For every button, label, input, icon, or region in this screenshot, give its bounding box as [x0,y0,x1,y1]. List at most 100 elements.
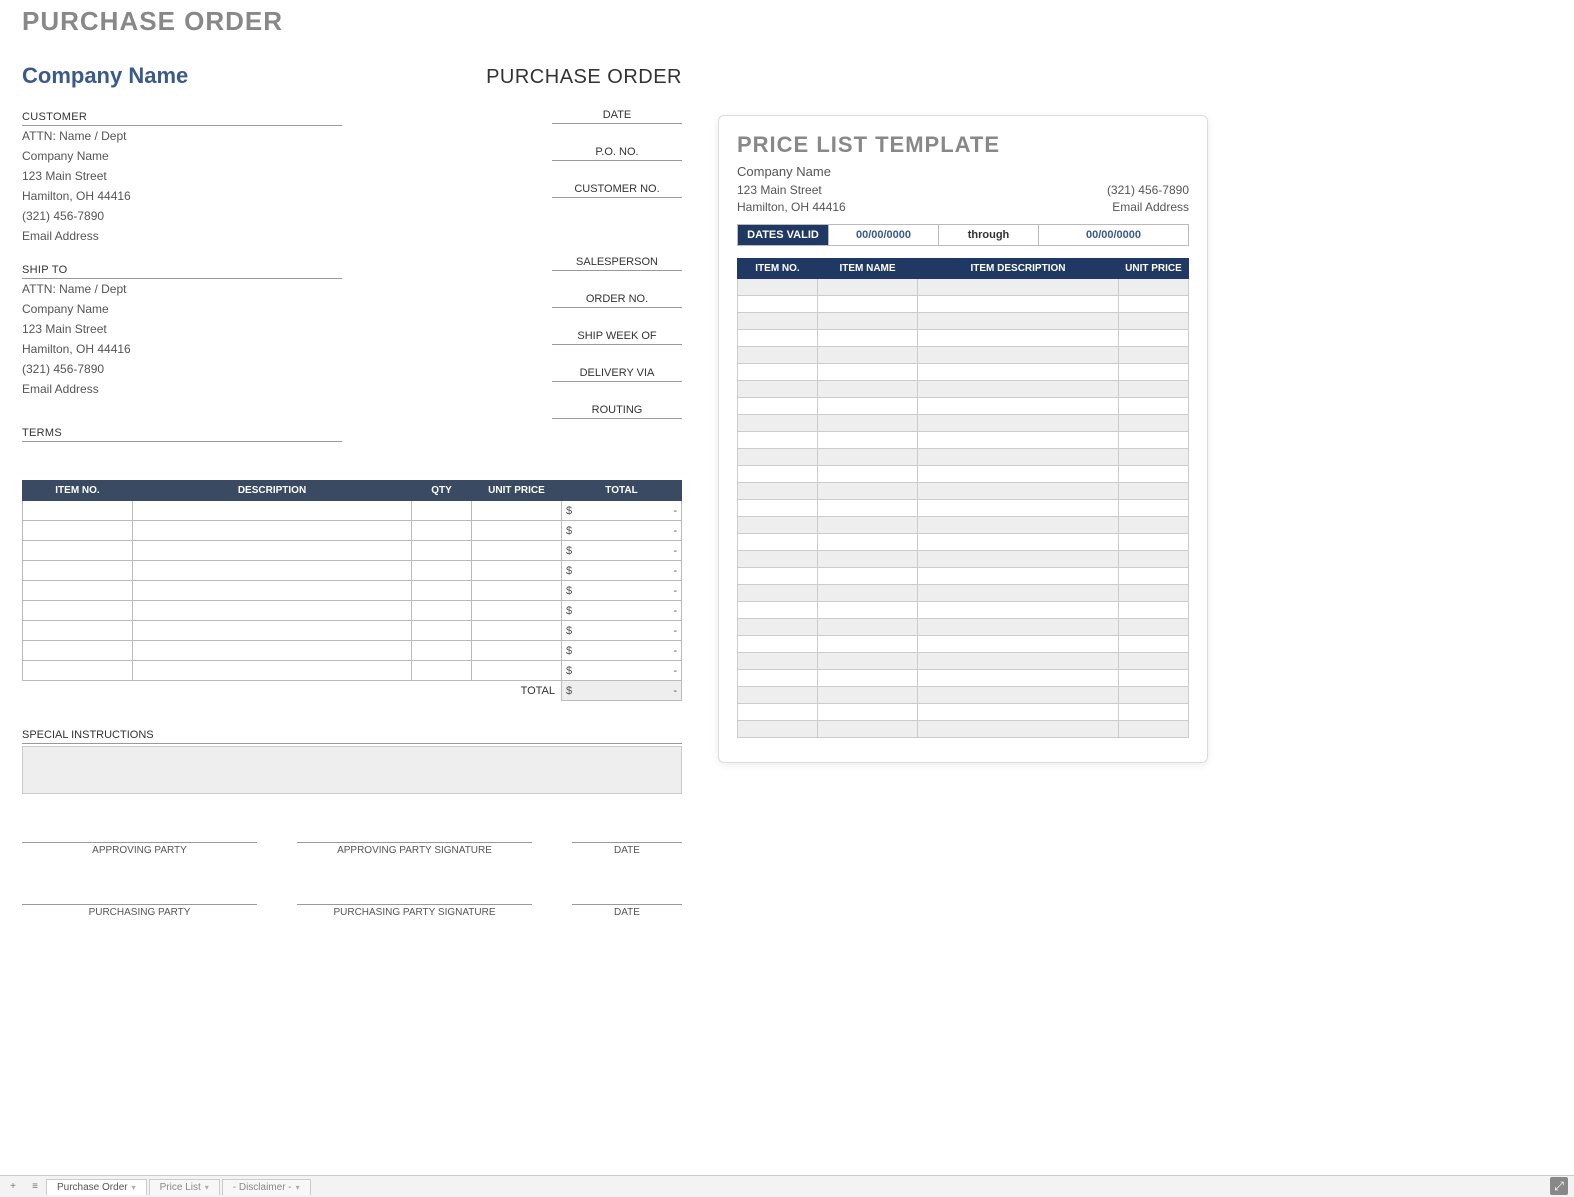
add-sheet-button[interactable]: + [4,1178,22,1196]
table-cell[interactable] [738,415,818,432]
table-cell[interactable] [738,534,818,551]
tab-price-list[interactable]: Price List▾ [149,1179,220,1195]
table-cell[interactable] [818,466,918,483]
table-cell[interactable] [1119,670,1189,687]
table-cell[interactable] [818,432,918,449]
table-cell[interactable] [738,619,818,636]
table-cell[interactable] [918,670,1119,687]
table-cell[interactable] [818,585,918,602]
table-cell[interactable] [918,534,1119,551]
table-cell[interactable] [412,541,472,561]
table-cell[interactable] [1119,585,1189,602]
table-cell[interactable] [1119,364,1189,381]
table-cell[interactable] [23,621,133,641]
table-cell[interactable] [818,364,918,381]
table-cell[interactable] [1119,602,1189,619]
table-cell[interactable] [918,517,1119,534]
table-cell[interactable] [918,381,1119,398]
table-cell[interactable] [818,534,918,551]
table-cell[interactable] [472,561,562,581]
table-cell[interactable] [818,670,918,687]
table-cell[interactable] [1119,381,1189,398]
table-cell[interactable] [472,621,562,641]
table-cell[interactable] [918,721,1119,738]
expand-button[interactable]: ⤢ [1550,1177,1568,1195]
table-cell[interactable] [738,687,818,704]
table-cell[interactable] [1119,415,1189,432]
table-cell[interactable] [1119,432,1189,449]
table-cell[interactable] [738,721,818,738]
table-cell[interactable] [818,381,918,398]
table-cell[interactable] [23,561,133,581]
table-cell[interactable] [918,687,1119,704]
table-cell[interactable] [472,641,562,661]
table-cell[interactable] [472,521,562,541]
tab-purchase-order[interactable]: Purchase Order▾ [46,1179,147,1195]
table-cell[interactable] [1119,534,1189,551]
table-cell[interactable] [1119,568,1189,585]
table-cell[interactable] [23,501,133,521]
table-cell[interactable] [133,621,412,641]
table-cell[interactable] [818,415,918,432]
table-cell[interactable] [818,279,918,296]
table-cell[interactable] [23,541,133,561]
table-cell[interactable] [918,330,1119,347]
table-cell[interactable] [818,721,918,738]
table-cell[interactable] [133,661,412,681]
table-cell[interactable] [133,521,412,541]
table-cell[interactable] [1119,636,1189,653]
table-cell[interactable] [738,704,818,721]
table-cell[interactable] [1119,296,1189,313]
table-cell[interactable] [133,641,412,661]
table-cell[interactable] [738,313,818,330]
table-cell[interactable] [918,619,1119,636]
table-cell[interactable] [918,653,1119,670]
table-cell[interactable] [918,432,1119,449]
table-cell[interactable] [818,551,918,568]
table-cell[interactable] [412,501,472,521]
table-cell[interactable] [738,364,818,381]
table-cell[interactable] [23,581,133,601]
table-cell[interactable] [1119,347,1189,364]
table-cell[interactable] [738,381,818,398]
table-cell[interactable] [918,364,1119,381]
table-cell[interactable] [1119,483,1189,500]
table-cell[interactable] [1119,466,1189,483]
table-cell[interactable] [738,636,818,653]
table-cell[interactable] [23,601,133,621]
table-cell[interactable] [472,661,562,681]
table-cell[interactable] [918,398,1119,415]
table-cell[interactable] [918,551,1119,568]
table-cell[interactable] [1119,551,1189,568]
table-cell[interactable] [738,568,818,585]
table-cell[interactable] [1119,517,1189,534]
table-cell[interactable] [133,501,412,521]
table-cell[interactable] [738,551,818,568]
table-cell[interactable] [1119,704,1189,721]
table-cell[interactable] [818,347,918,364]
table-cell[interactable] [918,500,1119,517]
table-cell[interactable] [738,483,818,500]
table-cell[interactable] [23,641,133,661]
table-cell[interactable] [738,432,818,449]
table-cell[interactable] [918,636,1119,653]
table-cell[interactable] [133,581,412,601]
table-cell[interactable] [412,621,472,641]
table-cell[interactable] [1119,313,1189,330]
table-cell[interactable] [918,449,1119,466]
table-cell[interactable] [818,568,918,585]
table-cell[interactable] [472,541,562,561]
table-cell[interactable] [818,602,918,619]
table-cell[interactable] [918,602,1119,619]
table-cell[interactable] [1119,398,1189,415]
table-cell[interactable] [818,398,918,415]
table-cell[interactable] [472,601,562,621]
table-cell[interactable] [918,313,1119,330]
table-cell[interactable] [133,561,412,581]
table-cell[interactable] [818,619,918,636]
table-cell[interactable] [738,517,818,534]
table-cell[interactable] [1119,330,1189,347]
table-cell[interactable] [918,585,1119,602]
table-cell[interactable] [738,449,818,466]
table-cell[interactable] [1119,279,1189,296]
